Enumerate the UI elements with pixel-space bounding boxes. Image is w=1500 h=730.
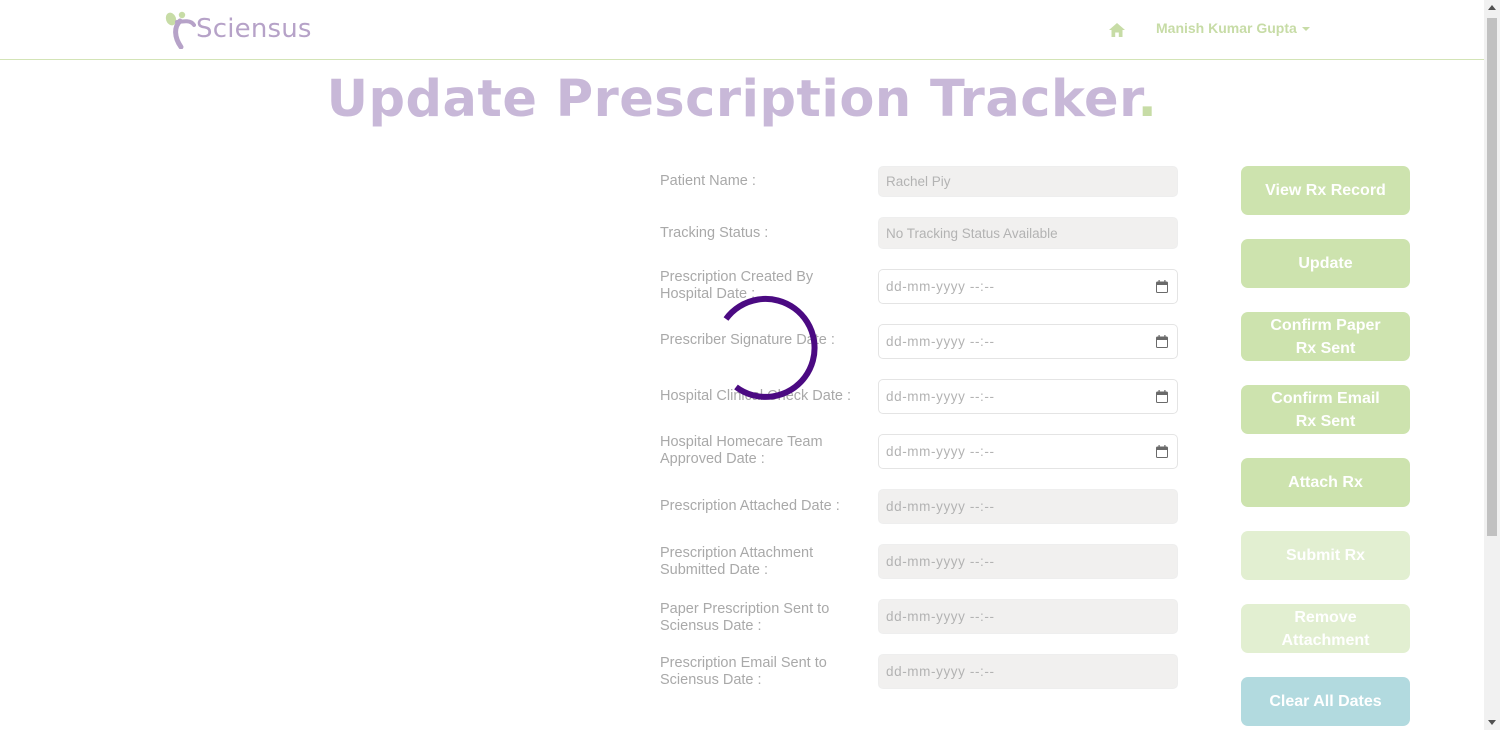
confirm-email-label-line2: Rx Sent — [1295, 412, 1356, 430]
calendar-icon[interactable] — [1156, 444, 1168, 458]
page-title-text: Update Prescription Tracker — [326, 70, 1138, 129]
paper-sent-value: dd-mm-yyyy --:-- — [886, 609, 995, 624]
remove-attachment-button[interactable]: Remove Attachment — [1241, 604, 1410, 653]
paper-sent-row: Paper Prescription Sent to Sciensus Date… — [660, 599, 1180, 634]
logo-text: Sciensus — [196, 14, 312, 44]
paper-sent-label: Paper Prescription Sent to Sciensus Date… — [660, 601, 865, 635]
loading-spinner-icon — [723, 295, 818, 400]
navbar: Sciensus Manish Kumar Gupta — [0, 0, 1484, 60]
patient-name-row: Patient Name : Rachel Piy — [660, 166, 1180, 197]
attachment-submitted-value: dd-mm-yyyy --:-- — [886, 554, 995, 569]
attachment-submitted-label-line1: Prescription Attachment — [660, 545, 814, 561]
prescriber-signature-date-input[interactable]: dd-mm-yyyy --:-- — [878, 324, 1178, 359]
home-icon[interactable] — [1108, 21, 1126, 39]
page: Sciensus Manish Kumar Gupta Update Presc… — [0, 0, 1500, 730]
view-rx-record-button[interactable]: View Rx Record — [1241, 166, 1410, 215]
attachment-submitted-label-line2: Submitted Date : — [660, 562, 768, 578]
patient-name-value: Rachel Piy — [886, 174, 951, 189]
prescriber-signature-value: dd-mm-yyyy --:-- — [886, 334, 995, 349]
homecare-team-approved-value: dd-mm-yyyy --:-- — [886, 444, 995, 459]
remove-attachment-label-line1: Remove — [1294, 608, 1357, 626]
page-title: Update Prescription Tracker. — [0, 70, 1484, 129]
calendar-icon[interactable] — [1156, 389, 1168, 403]
caret-down-icon — [1301, 27, 1310, 31]
confirm-email-label-line1: Confirm Email — [1271, 389, 1380, 407]
confirm-paper-rx-sent-button[interactable]: Confirm Paper Rx Sent — [1241, 312, 1410, 361]
confirm-email-rx-sent-button[interactable]: Confirm Email Rx Sent — [1241, 385, 1410, 434]
tracking-status-row: Tracking Status : No Tracking Status Ava… — [660, 217, 1180, 249]
tracking-status-value: No Tracking Status Available — [886, 225, 1058, 241]
confirm-paper-label-line2: Rx Sent — [1295, 339, 1356, 357]
user-menu-dropdown[interactable]: Manish Kumar Gupta — [1156, 20, 1310, 36]
confirm-paper-label-line1: Confirm Paper — [1270, 316, 1381, 334]
homecare-team-approved-label-line1: Hospital Homecare Team — [660, 434, 823, 450]
hospital-clinical-check-date-input[interactable]: dd-mm-yyyy --:-- — [878, 379, 1178, 414]
email-sent-row: Prescription Email Sent to Sciensus Date… — [660, 654, 1180, 689]
scroll-up-icon[interactable] — [1488, 5, 1496, 10]
email-sent-label: Prescription Email Sent to Sciensus Date… — [660, 655, 865, 689]
calendar-icon[interactable] — [1156, 334, 1168, 348]
created-by-hospital-value: dd-mm-yyyy --:-- — [886, 279, 995, 294]
tracking-status-field: No Tracking Status Available — [878, 217, 1178, 249]
calendar-icon[interactable] — [1156, 279, 1168, 293]
email-sent-label-line2: Sciensus Date : — [660, 672, 762, 688]
user-name: Manish Kumar Gupta — [1156, 20, 1297, 36]
sciensus-logo[interactable]: Sciensus — [164, 8, 312, 50]
paper-sent-label-line1: Paper Prescription Sent to — [660, 601, 830, 617]
prescription-attached-row: Prescription Attached Date : dd-mm-yyyy … — [660, 489, 1180, 524]
prescription-attached-value: dd-mm-yyyy --:-- — [886, 499, 995, 514]
vertical-scrollbar[interactable] — [1484, 0, 1500, 730]
attachment-submitted-field: dd-mm-yyyy --:-- — [878, 544, 1178, 579]
paper-sent-label-line2: Sciensus Date : — [660, 618, 762, 634]
homecare-team-approved-date-input[interactable]: dd-mm-yyyy --:-- — [878, 434, 1178, 469]
email-sent-field: dd-mm-yyyy --:-- — [878, 654, 1178, 689]
update-button[interactable]: Update — [1241, 239, 1410, 288]
submit-rx-button[interactable]: Submit Rx — [1241, 531, 1410, 580]
created-by-hospital-date-input[interactable]: dd-mm-yyyy --:-- — [878, 269, 1178, 304]
attachment-submitted-row: Prescription Attachment Submitted Date :… — [660, 544, 1180, 579]
homecare-team-approved-label: Hospital Homecare Team Approved Date : — [660, 434, 865, 468]
logo-mark-icon — [165, 11, 196, 49]
patient-name-field: Rachel Piy — [878, 166, 1178, 197]
hospital-clinical-check-value: dd-mm-yyyy --:-- — [886, 389, 995, 404]
attach-rx-button[interactable]: Attach Rx — [1241, 458, 1410, 507]
patient-name-label: Patient Name : — [660, 173, 756, 189]
homecare-team-approved-label-line2: Approved Date : — [660, 451, 765, 467]
prescription-attached-field: dd-mm-yyyy --:-- — [878, 489, 1178, 524]
remove-attachment-label-line2: Attachment — [1281, 631, 1370, 649]
email-sent-value: dd-mm-yyyy --:-- — [886, 664, 995, 679]
scrollbar-thumb[interactable] — [1487, 18, 1497, 536]
paper-sent-field: dd-mm-yyyy --:-- — [878, 599, 1178, 634]
created-by-hospital-label-line1: Prescription Created By — [660, 269, 814, 285]
clear-all-dates-button[interactable]: Clear All Dates — [1241, 677, 1410, 726]
tracking-status-label: Tracking Status : — [660, 225, 769, 241]
page-title-dot: . — [1137, 70, 1158, 129]
homecare-team-approved-row: Hospital Homecare Team Approved Date : d… — [660, 434, 1180, 469]
attachment-submitted-label: Prescription Attachment Submitted Date : — [660, 545, 865, 579]
prescription-attached-label: Prescription Attached Date : — [660, 498, 840, 514]
email-sent-label-line1: Prescription Email Sent to — [660, 655, 827, 671]
scroll-down-icon[interactable] — [1488, 720, 1496, 725]
